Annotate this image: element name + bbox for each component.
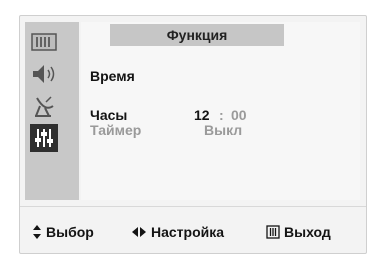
help-bar: Выбор Настройка Выход [20, 220, 366, 246]
left-right-arrows-icon [131, 226, 147, 238]
sound-menu-item[interactable] [30, 60, 58, 88]
menu-header: Функция [110, 24, 284, 46]
clock-minutes-value[interactable]: 00 [231, 107, 247, 123]
clock-hours-value[interactable]: 12 [194, 107, 210, 123]
up-down-arrows-icon [32, 224, 42, 240]
help-exit: Выход [266, 224, 331, 240]
help-select: Выбор [32, 224, 94, 240]
help-exit-label: Выход [284, 224, 331, 240]
clock-separator: : [219, 107, 224, 123]
section-label: Время [90, 68, 135, 84]
channel-menu-item[interactable] [30, 92, 58, 120]
menu-title: Функция [166, 27, 228, 43]
function-menu-item[interactable] [30, 124, 58, 152]
osd-menu-screen: Функция Время Часы 12 : 00 Таймер Выкл В… [19, 15, 367, 254]
footer-divider [20, 206, 366, 207]
menu-sidebar [25, 22, 79, 200]
timer-label[interactable]: Таймер [90, 122, 141, 138]
function-icon [35, 129, 53, 147]
timer-value[interactable]: Выкл [204, 122, 242, 138]
channel-icon [35, 96, 54, 117]
clock-label[interactable]: Часы [90, 107, 127, 123]
picture-icon [31, 33, 57, 51]
picture-menu-item[interactable] [30, 28, 58, 56]
menu-icon [266, 225, 280, 239]
help-adjust: Настройка [131, 224, 224, 240]
sound-icon [33, 65, 55, 83]
help-select-label: Выбор [46, 224, 94, 240]
help-adjust-label: Настройка [151, 224, 225, 240]
